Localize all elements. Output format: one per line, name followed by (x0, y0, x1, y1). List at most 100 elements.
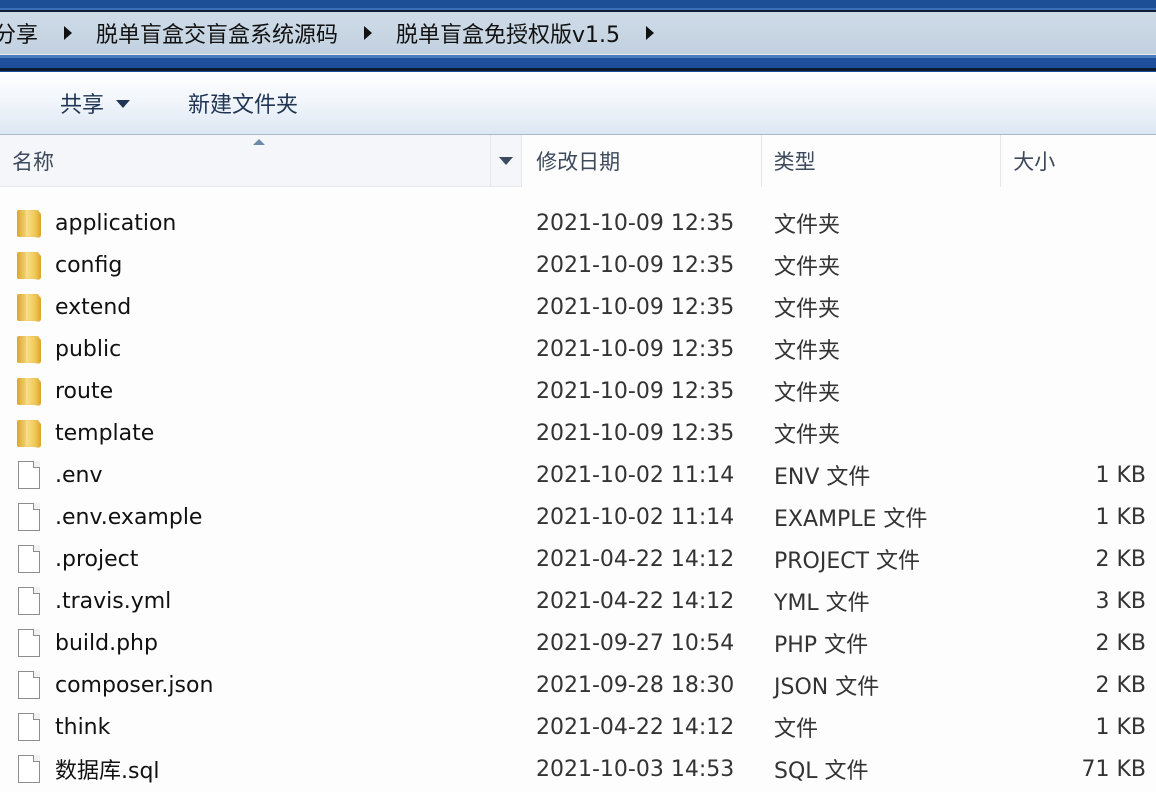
new-folder-button[interactable]: 新建文件夹 (188, 87, 298, 119)
file-date: 2021-10-09 12:35 (536, 210, 735, 236)
file-name: application (55, 210, 177, 236)
file-name-cell[interactable]: public (0, 334, 522, 365)
column-header-label: 名称 (12, 149, 54, 174)
breadcrumb-item[interactable]: 分享 (0, 17, 38, 49)
file-name-cell[interactable]: config (0, 250, 522, 281)
column-header-size[interactable]: 大小 (1000, 135, 1156, 187)
file-row[interactable]: config 2021-10-09 12:35 文件夹 (0, 244, 1156, 286)
file-size: 3 KB (1095, 588, 1146, 614)
file-row[interactable]: .env.example 2021-10-02 11:14 EXAMPLE 文件… (0, 496, 1156, 538)
column-header-row: 名称 修改日期 类型 大小 (0, 135, 1156, 187)
share-button[interactable]: 共享 (60, 87, 131, 119)
file-size: 71 KB (1081, 756, 1146, 782)
file-name-cell[interactable]: 数据库.sql (0, 753, 522, 785)
command-bar: 共享 新建文件夹 (0, 72, 1156, 135)
file-list: application 2021-10-09 12:35 文件夹 config … (0, 202, 1156, 790)
file-name-cell[interactable]: route (0, 376, 522, 407)
file-name: template (55, 420, 155, 446)
file-name-cell[interactable]: template (0, 418, 522, 449)
file-row[interactable]: 数据库.sql 2021-10-03 14:53 SQL 文件 71 KB (0, 748, 1156, 790)
frame-line (0, 68, 1156, 71)
file-row[interactable]: public 2021-10-09 12:35 文件夹 (0, 328, 1156, 370)
file-date: 2021-04-22 14:12 (536, 588, 735, 614)
file-name-cell[interactable]: extend (0, 292, 522, 323)
breadcrumb-separator-icon[interactable] (364, 26, 373, 40)
file-type: 文件夹 (774, 213, 841, 238)
file-date: 2021-10-09 12:35 (536, 252, 735, 278)
title-bar: 分享 脱单盲盒交盲盒系统源码 脱单盲盒免授权版v1.5 (0, 0, 1156, 72)
column-header-label: 类型 (773, 150, 816, 174)
folder-icon (16, 250, 42, 281)
file-type: 文件夹 (774, 297, 841, 322)
file-name: public (55, 336, 122, 362)
file-name: .project (55, 546, 139, 572)
column-header-label: 大小 (1013, 150, 1056, 174)
folder-icon (16, 418, 42, 449)
file-date: 2021-10-09 12:35 (536, 420, 735, 446)
folder-icon (16, 334, 42, 365)
folder-icon (16, 376, 42, 407)
breadcrumb-separator-icon[interactable] (646, 26, 655, 40)
file-icon (16, 586, 42, 616)
column-header-name[interactable]: 名称 (0, 135, 522, 187)
file-icon (16, 502, 42, 532)
column-header-date[interactable]: 修改日期 (521, 135, 761, 187)
file-row[interactable]: build.php 2021-09-27 10:54 PHP 文件 2 KB (0, 622, 1156, 664)
breadcrumb-separator-icon[interactable] (64, 26, 73, 40)
file-name: composer.json (55, 672, 214, 698)
file-type: PROJECT 文件 (774, 549, 921, 574)
column-header-type[interactable]: 类型 (760, 135, 1001, 187)
file-type: 文件夹 (774, 255, 841, 280)
file-name-cell[interactable]: think (0, 712, 522, 742)
file-icon (16, 628, 42, 658)
file-name: config (55, 252, 123, 278)
file-date: 2021-10-03 14:53 (536, 756, 735, 782)
file-type: 文件 (774, 717, 819, 742)
file-date: 2021-10-02 11:14 (536, 504, 735, 530)
file-size: 2 KB (1095, 630, 1146, 656)
file-name-cell[interactable]: application (0, 208, 522, 239)
file-date: 2021-04-22 14:12 (536, 714, 735, 740)
file-name: .travis.yml (55, 588, 172, 614)
file-type: SQL 文件 (774, 759, 869, 784)
address-bar[interactable]: 分享 脱单盲盒交盲盒系统源码 脱单盲盒免授权版v1.5 (0, 12, 1156, 55)
file-row[interactable]: route 2021-10-09 12:35 文件夹 (0, 370, 1156, 412)
file-name-cell[interactable]: composer.json (0, 670, 522, 700)
file-row[interactable]: extend 2021-10-09 12:35 文件夹 (0, 286, 1156, 328)
breadcrumb-item[interactable]: 脱单盲盒免授权版v1.5 (396, 17, 620, 49)
file-row[interactable]: composer.json 2021-09-28 18:30 JSON 文件 2… (0, 664, 1156, 706)
file-row[interactable]: .env 2021-10-02 11:14 ENV 文件 1 KB (0, 454, 1156, 496)
file-row[interactable]: application 2021-10-09 12:35 文件夹 (0, 202, 1156, 244)
file-date: 2021-10-09 12:35 (536, 336, 735, 362)
column-header-label: 修改日期 (536, 150, 621, 174)
file-type: 文件夹 (774, 381, 841, 406)
file-row[interactable]: template 2021-10-09 12:35 文件夹 (0, 412, 1156, 454)
file-name-cell[interactable]: .project (0, 544, 522, 574)
chevron-down-icon (116, 100, 131, 108)
file-icon (16, 754, 42, 784)
share-label: 共享 (60, 93, 105, 118)
file-name-cell[interactable]: .env (0, 460, 522, 490)
file-row[interactable]: .travis.yml 2021-04-22 14:12 YML 文件 3 KB (0, 580, 1156, 622)
file-date: 2021-10-02 11:14 (536, 462, 735, 488)
folder-icon (16, 292, 42, 323)
file-date: 2021-04-22 14:12 (536, 546, 735, 572)
file-name-cell[interactable]: .travis.yml (0, 586, 522, 616)
column-filter-dropdown[interactable] (490, 135, 521, 187)
file-icon (16, 544, 42, 574)
file-size: 1 KB (1095, 504, 1146, 530)
file-date: 2021-10-09 12:35 (536, 378, 735, 404)
file-icon (16, 670, 42, 700)
file-row[interactable]: .project 2021-04-22 14:12 PROJECT 文件 2 K… (0, 538, 1156, 580)
file-type: 文件夹 (774, 339, 841, 364)
file-type: PHP 文件 (774, 633, 869, 658)
file-name: build.php (55, 630, 158, 656)
frame-line (0, 58, 1156, 68)
file-row[interactable]: think 2021-04-22 14:12 文件 1 KB (0, 706, 1156, 748)
new-folder-label: 新建文件夹 (188, 93, 299, 118)
file-type: ENV 文件 (774, 465, 871, 490)
file-name-cell[interactable]: .env.example (0, 502, 522, 532)
file-name: extend (55, 294, 132, 320)
breadcrumb-item[interactable]: 脱单盲盒交盲盒系统源码 (96, 17, 338, 49)
file-name-cell[interactable]: build.php (0, 628, 522, 658)
